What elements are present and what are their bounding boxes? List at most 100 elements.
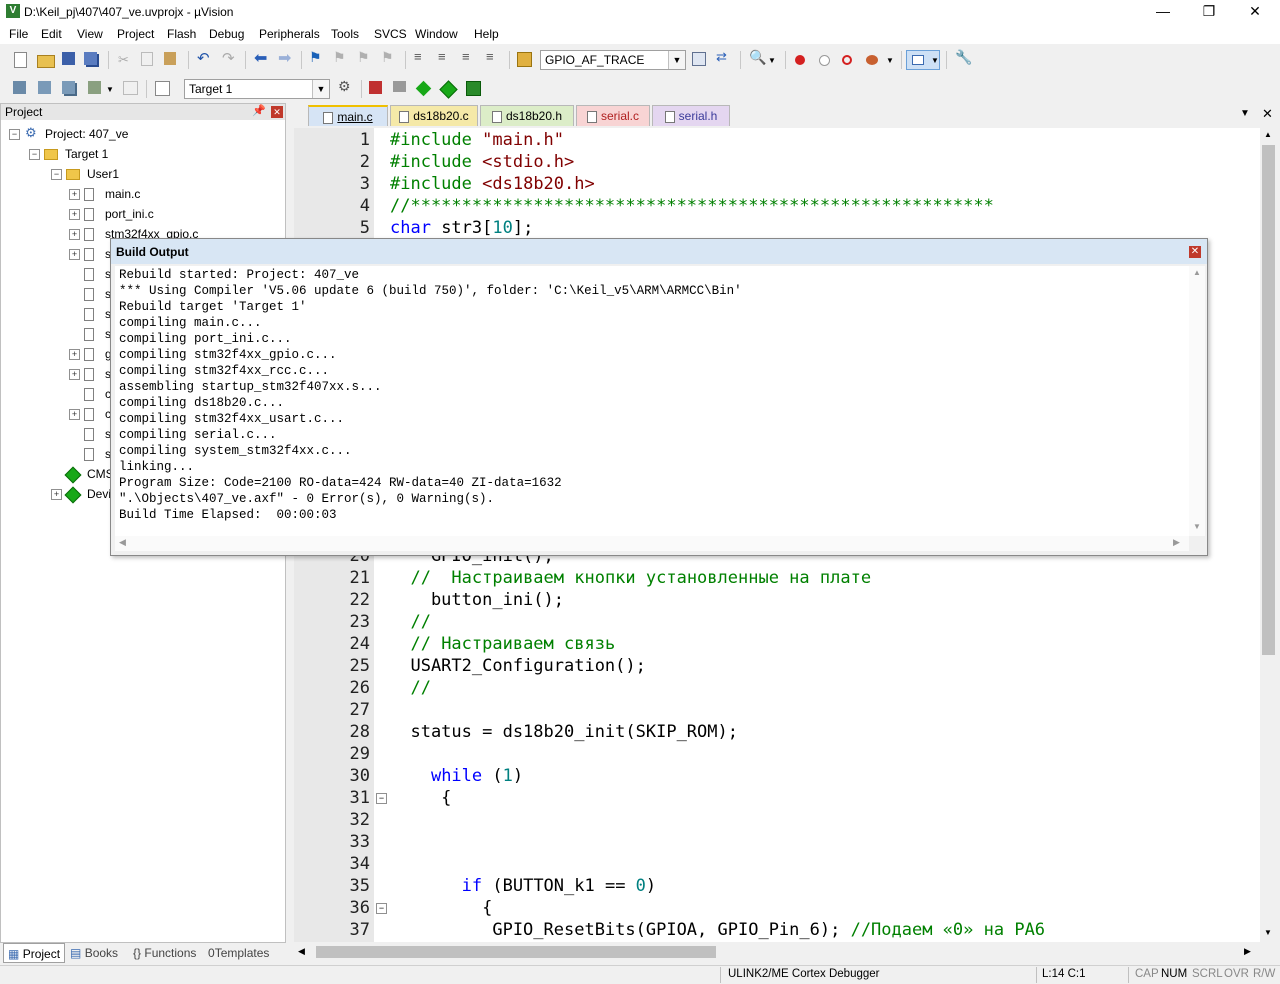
- cut-icon[interactable]: ✂: [118, 52, 134, 68]
- expand-icon[interactable]: +: [69, 209, 80, 220]
- menu-help[interactable]: Help: [474, 27, 499, 41]
- enable-breakpoint-icon[interactable]: [819, 55, 830, 66]
- scroll-up-icon[interactable]: ▲: [1264, 130, 1272, 139]
- collapse-icon[interactable]: −: [51, 169, 62, 180]
- uncomment-icon[interactable]: ≡: [486, 49, 502, 65]
- tab-ds18b20-c[interactable]: ds18b20.c: [390, 105, 478, 126]
- next-bookmark-icon[interactable]: ⚑: [357, 49, 373, 65]
- tab-list-dropdown-icon[interactable]: ▼: [1240, 108, 1250, 119]
- save-icon[interactable]: [62, 52, 75, 65]
- pack-installer-icon[interactable]: [466, 81, 481, 96]
- stop-build-icon[interactable]: [123, 81, 138, 95]
- menu-debug[interactable]: Debug: [209, 27, 244, 41]
- tree-item[interactable]: − User1: [1, 164, 285, 184]
- tab-books[interactable]: ▤ Books: [70, 943, 128, 963]
- scroll-right-icon[interactable]: ▶: [1244, 946, 1251, 957]
- expand-icon[interactable]: +: [69, 229, 80, 240]
- menu-view[interactable]: View: [77, 27, 103, 41]
- close-panel-icon[interactable]: ✕: [271, 106, 283, 118]
- expand-icon[interactable]: +: [69, 349, 80, 360]
- collapse-icon[interactable]: −: [9, 129, 20, 140]
- incremental-find-icon[interactable]: [692, 52, 706, 66]
- chevron-down-icon[interactable]: ▼: [106, 85, 122, 101]
- expand-icon[interactable]: +: [69, 249, 80, 260]
- menu-window[interactable]: Window: [415, 27, 458, 41]
- tab-serial-h[interactable]: serial.h: [652, 105, 730, 126]
- replace-icon[interactable]: ⇄: [716, 49, 732, 65]
- tab-templates[interactable]: 0Templates: [208, 943, 284, 963]
- build-output-vertical-scrollbar[interactable]: ▲ ▼: [1189, 266, 1205, 536]
- horizontal-scroll-thumb[interactable]: [316, 946, 716, 958]
- save-all-icon[interactable]: [84, 52, 97, 65]
- close-window-button[interactable]: ✕: [1232, 0, 1278, 24]
- chevron-down-icon[interactable]: ▼: [768, 56, 784, 72]
- target-options-icon[interactable]: ⚙: [338, 78, 354, 94]
- scroll-down-icon[interactable]: ▼: [1193, 522, 1201, 531]
- find-combo[interactable]: GPIO_AF_TRACE ▼: [540, 50, 686, 70]
- bookmark-icon[interactable]: ⚑: [309, 49, 325, 65]
- build-output-titlebar[interactable]: Build Output: [111, 239, 1207, 264]
- scroll-left-icon[interactable]: ◀: [298, 946, 305, 957]
- tree-item[interactable]: + port_ini.c: [1, 204, 285, 224]
- select-packs-icon[interactable]: [439, 80, 458, 99]
- unindent-icon[interactable]: ≡: [438, 49, 454, 65]
- scroll-up-icon[interactable]: ▲: [1193, 268, 1201, 277]
- chevron-down-icon[interactable]: ▼: [668, 51, 685, 69]
- clear-bookmarks-icon[interactable]: ⚑: [381, 49, 397, 65]
- scroll-right-icon[interactable]: ▶: [1173, 537, 1180, 548]
- tree-item[interactable]: + main.c: [1, 184, 285, 204]
- menu-edit[interactable]: Edit: [41, 27, 62, 41]
- translate-icon[interactable]: [13, 81, 26, 94]
- insert-breakpoint-icon[interactable]: [795, 55, 805, 65]
- chevron-down-icon[interactable]: ▼: [312, 80, 329, 98]
- chevron-down-icon[interactable]: ▼: [886, 56, 902, 72]
- tree-item[interactable]: − ⚙ Project: 407_ve: [1, 124, 285, 144]
- pin-icon[interactable]: 📌: [252, 104, 266, 117]
- close-tab-icon[interactable]: ✕: [1262, 106, 1273, 122]
- menu-flash[interactable]: Flash: [167, 27, 196, 41]
- vertical-scroll-thumb[interactable]: [1262, 145, 1275, 655]
- prev-bookmark-icon[interactable]: ⚑: [333, 49, 349, 65]
- navigate-back-icon[interactable]: ⬅: [254, 48, 270, 67]
- batch-build-icon[interactable]: [88, 81, 101, 94]
- copy-icon[interactable]: [141, 52, 153, 66]
- tab-ds18b20-h[interactable]: ds18b20.h: [480, 105, 574, 126]
- maximize-button[interactable]: ❐: [1186, 0, 1232, 24]
- paste-icon[interactable]: [164, 52, 176, 65]
- expand-icon[interactable]: +: [69, 409, 80, 420]
- target-select[interactable]: Target 1 ▼: [184, 79, 330, 99]
- expand-icon[interactable]: +: [69, 189, 80, 200]
- redo-icon[interactable]: ↷: [222, 49, 238, 67]
- menu-file[interactable]: File: [9, 27, 28, 41]
- tab-main-c[interactable]: main.c: [308, 105, 388, 126]
- scroll-left-icon[interactable]: ◀: [119, 537, 126, 548]
- tab-project[interactable]: ▦ Project: [3, 943, 65, 963]
- tab-functions[interactable]: {} Functions: [133, 943, 205, 963]
- navigate-forward-icon[interactable]: ➡: [278, 48, 294, 67]
- tab-serial-c[interactable]: serial.c: [576, 105, 650, 126]
- menu-peripherals[interactable]: Peripherals: [259, 27, 320, 41]
- configure-icon[interactable]: 🔧: [955, 49, 972, 65]
- rebuild-icon[interactable]: [62, 81, 75, 94]
- tree-item[interactable]: − Target 1: [1, 144, 285, 164]
- close-build-output-icon[interactable]: ✕: [1189, 246, 1201, 258]
- undo-icon[interactable]: ↶: [197, 49, 213, 67]
- expand-icon[interactable]: +: [69, 369, 80, 380]
- manage-rte-icon[interactable]: [415, 80, 432, 97]
- new-file-icon[interactable]: [14, 52, 27, 68]
- multi-project-icon[interactable]: [393, 81, 406, 92]
- open-file-icon[interactable]: [37, 55, 55, 68]
- menu-tools[interactable]: Tools: [331, 27, 359, 41]
- collapse-icon[interactable]: −: [29, 149, 40, 160]
- menu-svcs[interactable]: SVCS: [374, 27, 407, 41]
- disable-breakpoints-icon[interactable]: [842, 55, 852, 65]
- menu-project[interactable]: Project: [117, 27, 154, 41]
- kill-breakpoints-icon[interactable]: [866, 55, 878, 65]
- expand-icon[interactable]: +: [51, 489, 62, 500]
- minimize-button[interactable]: —: [1140, 0, 1186, 24]
- comment-icon[interactable]: ≡: [462, 49, 478, 65]
- indent-icon[interactable]: ≡: [414, 49, 430, 65]
- build-output-horizontal-scrollbar[interactable]: ◀ ▶: [115, 536, 1189, 551]
- find-in-files-icon[interactable]: [517, 52, 532, 67]
- load-download-icon[interactable]: [155, 81, 170, 96]
